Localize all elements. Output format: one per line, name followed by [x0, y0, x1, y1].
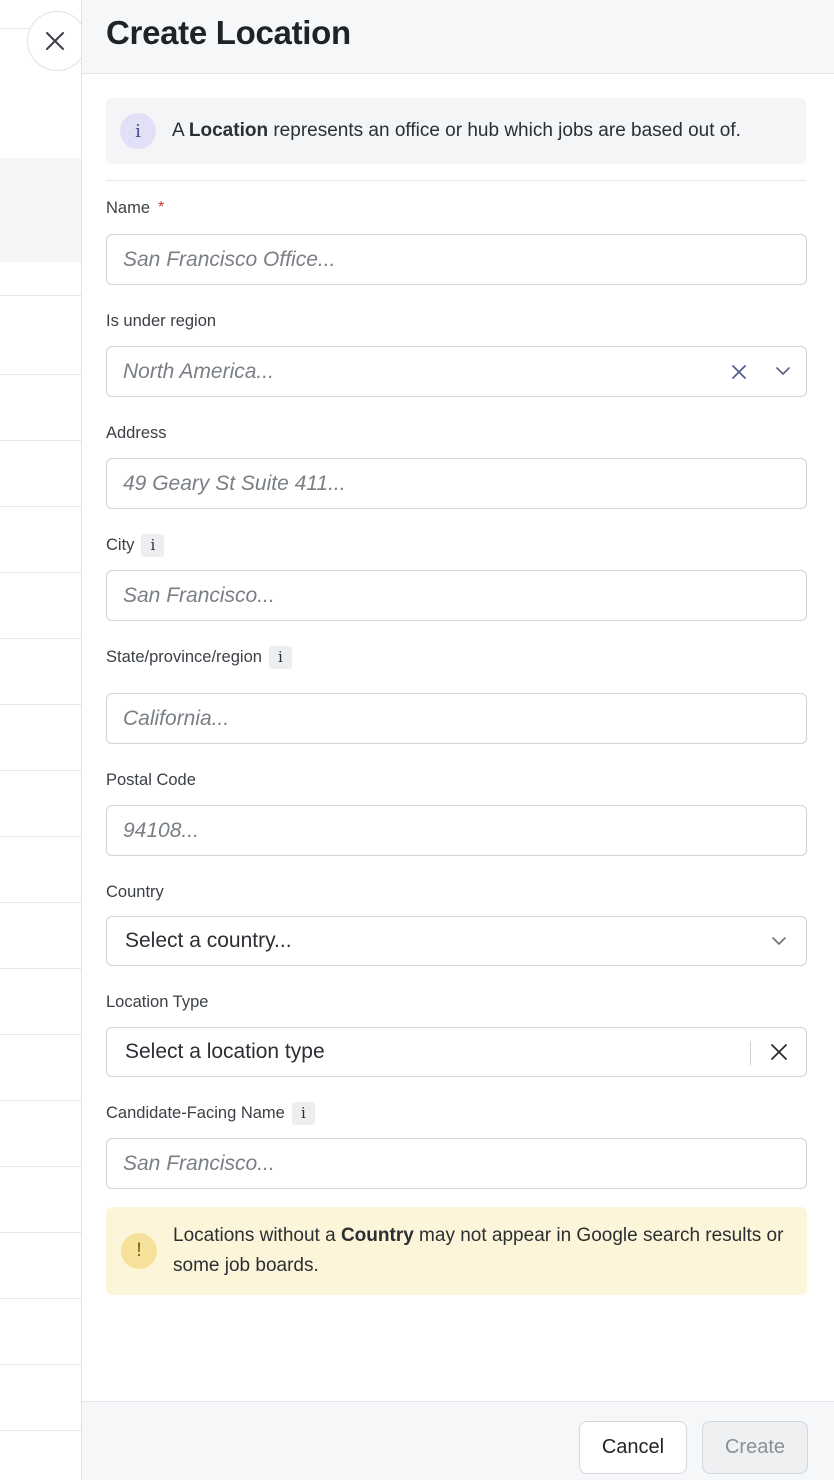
background-divider: [0, 638, 82, 639]
state-placeholder: California...: [123, 706, 230, 730]
background-divider: [0, 440, 82, 441]
country-label-text: Country: [106, 882, 164, 901]
country-dropdown-button[interactable]: [767, 917, 791, 966]
state-info-tooltip-icon[interactable]: i: [268, 645, 292, 669]
background-divider: [0, 1166, 82, 1167]
create-button[interactable]: Create: [702, 1421, 808, 1474]
country-value: Select a country...: [125, 929, 292, 952]
background-divider: [0, 770, 82, 771]
select-separator: [750, 1041, 751, 1065]
create-location-drawer: Create Location i A Location represents …: [81, 0, 834, 1480]
city-input[interactable]: San Francisco...: [106, 570, 807, 621]
background-divider: [0, 704, 82, 705]
region-select[interactable]: North America...: [106, 346, 807, 397]
chevron-down-icon: [772, 937, 786, 946]
city-placeholder: San Francisco...: [123, 583, 275, 607]
background-divider: [0, 902, 82, 903]
background-divider: [0, 1298, 82, 1299]
address-placeholder: 49 Geary St Suite 411...: [123, 471, 346, 495]
city-label-text: City: [106, 535, 135, 554]
address-label-text: Address: [106, 423, 167, 442]
cancel-button[interactable]: Cancel: [579, 1421, 687, 1474]
info-banner: i A Location represents an office or hub…: [106, 98, 806, 164]
background-divider: [0, 1430, 82, 1431]
postal-code-label: Postal Code: [106, 768, 806, 792]
drawer-header: Create Location: [82, 0, 834, 74]
location-type-value: Select a location type: [125, 1040, 325, 1063]
clear-icon: [771, 1044, 787, 1060]
candidate-facing-name-label: Candidate-Facing Name i: [106, 1101, 806, 1125]
candidate-facing-name-input[interactable]: San Francisco...: [106, 1138, 807, 1189]
background-divider: [0, 1034, 82, 1035]
divider: [106, 180, 806, 181]
clear-location-type-button[interactable]: [767, 1028, 791, 1076]
info-suffix: represents an office or hub which jobs a…: [268, 120, 741, 141]
name-label-text: Name: [106, 198, 151, 217]
name-label: Name *: [106, 196, 806, 220]
region-label: Is under region: [106, 309, 806, 333]
country-select[interactable]: Select a country...: [106, 916, 807, 966]
name-placeholder: San Francisco Office...: [123, 247, 336, 271]
name-input[interactable]: San Francisco Office...: [106, 234, 807, 285]
required-mark: *: [158, 199, 165, 216]
info-bold: Location: [188, 120, 269, 141]
background-divider: [0, 295, 82, 296]
state-label-text: State/province/region: [106, 647, 262, 666]
background-divider: [0, 836, 82, 837]
location-type-label-text: Location Type: [106, 992, 209, 1011]
background-divider: [0, 968, 82, 969]
drawer-footer: Cancel Create: [82, 1401, 834, 1480]
warning-text: Locations without a Country may not appe…: [173, 1221, 807, 1281]
drawer-body: i A Location represents an office or hub…: [82, 74, 834, 1295]
city-label: City i: [106, 533, 806, 557]
warning-icon: !: [121, 1233, 157, 1269]
region-placeholder: North America...: [123, 359, 274, 383]
postal-code-placeholder: 94108...: [123, 818, 199, 842]
background-divider: [0, 1232, 82, 1233]
candidate-facing-name-placeholder: San Francisco...: [123, 1151, 275, 1175]
state-input[interactable]: California...: [106, 693, 807, 744]
postal-code-input[interactable]: 94108...: [106, 805, 807, 856]
location-type-label: Location Type: [106, 990, 806, 1014]
warning-bold: Country: [340, 1225, 414, 1246]
close-drawer-button[interactable]: [27, 11, 87, 71]
address-label: Address: [106, 421, 806, 445]
warning-prefix: Locations without a: [173, 1225, 341, 1246]
close-icon: [46, 32, 64, 50]
candidate-name-info-tooltip-icon[interactable]: i: [291, 1101, 315, 1125]
country-warning-banner: ! Locations without a Country may not ap…: [106, 1207, 807, 1295]
info-icon: i: [120, 113, 156, 149]
candidate-facing-name-label-text: Candidate-Facing Name: [106, 1103, 285, 1122]
background-divider: [0, 506, 82, 507]
background-divider: [0, 1364, 82, 1365]
clear-icon: [732, 364, 746, 379]
drawer-title: Create Location: [106, 14, 351, 51]
background-divider: [0, 1100, 82, 1101]
postal-code-label-text: Postal Code: [106, 770, 196, 789]
city-info-tooltip-icon[interactable]: i: [141, 533, 165, 557]
background-divider: [0, 374, 82, 375]
region-label-text: Is under region: [106, 311, 217, 330]
state-label: State/province/region i: [106, 645, 806, 669]
country-label: Country: [106, 880, 806, 904]
background-divider: [0, 572, 82, 573]
chevron-down-icon: [776, 367, 790, 376]
location-type-select[interactable]: Select a location type: [106, 1027, 807, 1077]
info-text: A Location represents an office or hub w…: [172, 120, 741, 142]
clear-region-button[interactable]: [727, 347, 751, 396]
address-input[interactable]: 49 Geary St Suite 411...: [106, 458, 807, 509]
background-highlight-row: [0, 158, 82, 262]
region-dropdown-button[interactable]: [771, 347, 795, 396]
info-prefix: A: [172, 120, 189, 141]
